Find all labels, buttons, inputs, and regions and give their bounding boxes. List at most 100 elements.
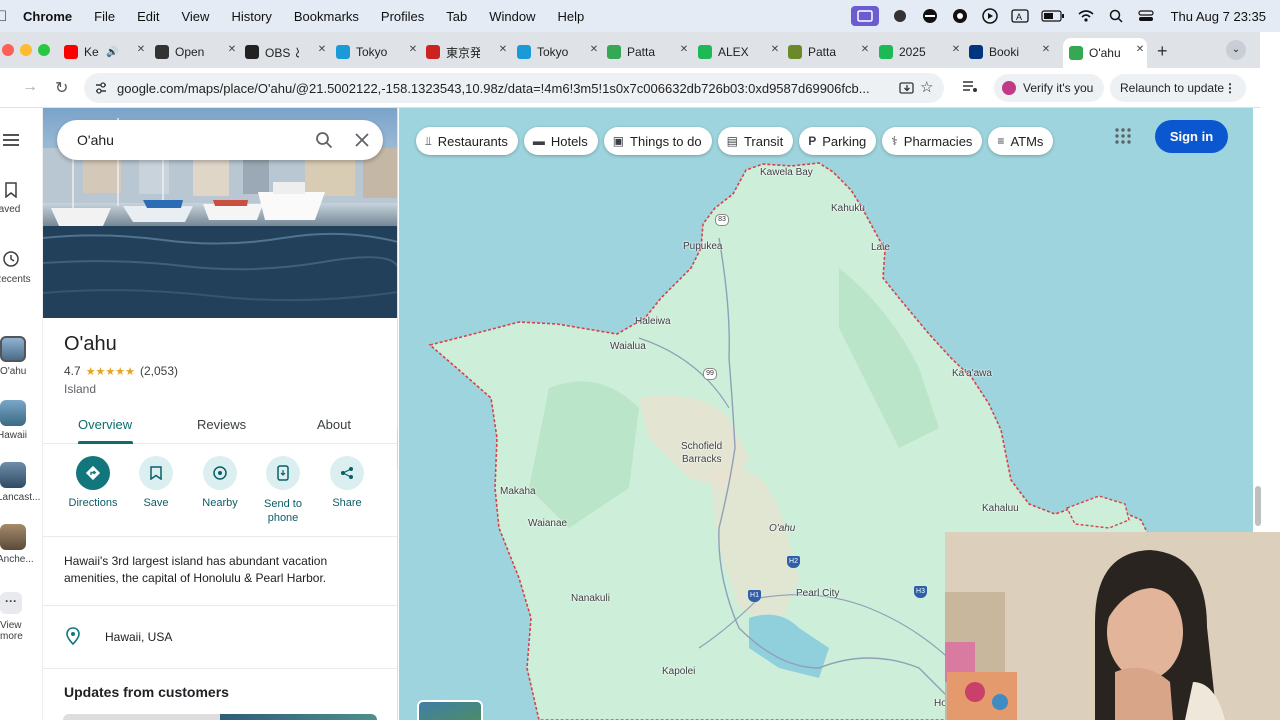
window-close-button[interactable] xyxy=(2,44,14,56)
close-tab-icon[interactable]: ✕ xyxy=(496,44,510,55)
rail-recent-hawaii[interactable]: Hawaii xyxy=(0,400,43,441)
close-tab-icon[interactable]: ✕ xyxy=(858,44,872,55)
map-place-label[interactable]: Kahuku xyxy=(831,203,865,214)
browser-tab[interactable]: O'ahu ✕ xyxy=(1063,38,1147,68)
update-photo-strip[interactable] xyxy=(63,714,377,720)
close-tab-icon[interactable]: ✕ xyxy=(677,44,691,55)
send-to-phone-button[interactable]: Send to phone xyxy=(250,456,316,525)
obs-icon[interactable] xyxy=(951,7,969,25)
new-tab-button[interactable]: + xyxy=(1157,41,1168,62)
map-place-label[interactable]: Kapolei xyxy=(662,666,695,677)
sign-in-button[interactable]: Sign in xyxy=(1155,120,1228,153)
site-settings-icon[interactable] xyxy=(94,81,108,95)
recording-icon[interactable] xyxy=(921,7,939,25)
relaunch-to-update-button[interactable]: Relaunch to update ⋮ xyxy=(1110,74,1246,102)
close-tab-icon[interactable]: ✕ xyxy=(949,44,963,55)
close-tab-icon[interactable]: ✕ xyxy=(406,44,420,55)
text-input-icon[interactable]: A xyxy=(1010,7,1029,25)
control-center-icon[interactable] xyxy=(1137,7,1155,25)
map-place-label[interactable]: Kawela Bay xyxy=(760,167,813,178)
menu-view[interactable]: View xyxy=(181,9,209,24)
browser-tab[interactable]: Patta ✕ xyxy=(788,38,872,66)
google-apps-icon[interactable] xyxy=(1115,128,1131,144)
clear-search-icon[interactable] xyxy=(355,133,369,147)
menu-window[interactable]: Window xyxy=(489,9,535,24)
menu-help[interactable]: Help xyxy=(558,9,585,24)
menu-profiles[interactable]: Profiles xyxy=(381,9,424,24)
tab-about[interactable]: About xyxy=(317,417,351,432)
search-icon[interactable] xyxy=(315,131,333,149)
kebab-menu-icon[interactable]: ⋮ xyxy=(1224,74,1236,102)
map-place-label[interactable]: Ka'a'awa xyxy=(952,368,992,379)
save-button[interactable]: Save xyxy=(123,456,189,509)
wifi-icon[interactable] xyxy=(1077,7,1095,25)
directions-button[interactable]: Directions xyxy=(60,456,126,509)
rail-saved[interactable]: Saved xyxy=(0,182,43,215)
map-place-label[interactable]: Barracks xyxy=(682,454,721,465)
menu-app-name[interactable]: Chrome xyxy=(23,9,72,24)
close-tab-icon[interactable]: ✕ xyxy=(225,44,239,55)
rail-recent-lancaster[interactable]: Lancast... xyxy=(0,462,43,503)
map-place-label[interactable]: Pearl City xyxy=(796,588,839,599)
window-minimize-button[interactable] xyxy=(20,44,32,56)
scrollbar-thumb[interactable] xyxy=(1255,486,1261,526)
menu-edit[interactable]: Edit xyxy=(137,9,159,24)
place-hero-photo[interactable]: O'ahu xyxy=(43,108,397,318)
map-place-label[interactable]: Pupukea xyxy=(683,241,722,252)
tab-reviews[interactable]: Reviews xyxy=(197,417,246,432)
close-tab-icon[interactable]: ✕ xyxy=(1039,44,1053,55)
map-place-label[interactable]: Laie xyxy=(871,242,890,253)
browser-tab[interactable]: 2025 ✕ xyxy=(879,38,963,66)
bookmark-star-icon[interactable]: ☆ xyxy=(920,78,933,96)
forward-icon[interactable]: → xyxy=(22,78,38,96)
apple-icon[interactable]:  xyxy=(0,8,10,25)
map-place-label[interactable]: Makaha xyxy=(500,486,536,497)
menu-file[interactable]: File xyxy=(94,9,115,24)
hamburger-menu-icon[interactable] xyxy=(3,133,19,147)
rail-view-more[interactable]: ··· View more xyxy=(0,592,43,642)
rail-recents[interactable]: Recents xyxy=(0,250,43,285)
tab-search-chevron-icon[interactable]: ⌄ xyxy=(1226,40,1246,60)
rail-recent-anchorage[interactable]: Anche... xyxy=(0,524,43,565)
map-place-label[interactable]: Kahaluu xyxy=(982,503,1019,514)
share-button[interactable]: Share xyxy=(314,456,380,509)
chip-hotels[interactable]: ▬ Hotels xyxy=(523,127,598,155)
tab-overview[interactable]: Overview xyxy=(78,417,132,432)
map-place-label[interactable]: Haleiwa xyxy=(635,316,671,327)
install-app-icon[interactable] xyxy=(899,80,915,96)
map-place-label[interactable]: Waialua xyxy=(610,341,646,352)
screen-share-icon[interactable] xyxy=(850,6,879,26)
browser-tab[interactable]: 東京発 ✕ xyxy=(426,38,510,66)
browser-tab[interactable]: Booki ✕ xyxy=(969,38,1053,66)
map-island-label[interactable]: O'ahu xyxy=(769,523,795,534)
window-zoom-button[interactable] xyxy=(38,44,50,56)
search-box[interactable]: O'ahu xyxy=(57,120,383,160)
place-address[interactable]: Hawaii, USA xyxy=(105,630,172,644)
close-tab-icon[interactable]: ✕ xyxy=(768,44,782,55)
menu-bookmarks[interactable]: Bookmarks xyxy=(294,9,359,24)
close-tab-icon[interactable]: ✕ xyxy=(1133,44,1147,55)
map-place-label[interactable]: Waianae xyxy=(528,518,567,529)
chip-pharmacies[interactable]: ⚕ Pharmacies xyxy=(882,127,983,155)
nearby-button[interactable]: Nearby xyxy=(187,456,253,509)
menu-tab[interactable]: Tab xyxy=(446,9,467,24)
map-layers-button[interactable] xyxy=(417,700,483,720)
browser-tab[interactable]: ALEX ✕ xyxy=(698,38,782,66)
verify-identity-button[interactable]: Verify it's you xyxy=(994,74,1104,102)
teams-icon[interactable] xyxy=(891,7,909,25)
address-bar[interactable]: google.com/maps/place/O'ahu/@21.5002122,… xyxy=(84,73,944,103)
close-tab-icon[interactable]: ✕ xyxy=(315,44,329,55)
rail-recent-oahu[interactable]: O'ahu xyxy=(0,336,43,377)
browser-tab[interactable]: Tokyo ✕ xyxy=(336,38,420,66)
chip-transit[interactable]: ▤ Transit xyxy=(717,127,794,155)
media-controls-icon[interactable] xyxy=(962,80,978,94)
review-count[interactable]: (2,053) xyxy=(140,364,178,378)
browser-tab[interactable]: Patta ✕ xyxy=(607,38,691,66)
browser-tab[interactable]: Open ✕ xyxy=(155,38,239,66)
browser-tab[interactable]: OBS と ✕ xyxy=(245,38,329,66)
speaker-icon[interactable]: 🔊 xyxy=(106,47,118,58)
play-icon[interactable] xyxy=(981,7,999,25)
browser-tab[interactable]: Tokyo ✕ xyxy=(517,38,601,66)
chip-parking[interactable]: P Parking xyxy=(799,127,877,155)
chip-restaurants[interactable]: ⫫ Restaurants xyxy=(416,127,518,155)
